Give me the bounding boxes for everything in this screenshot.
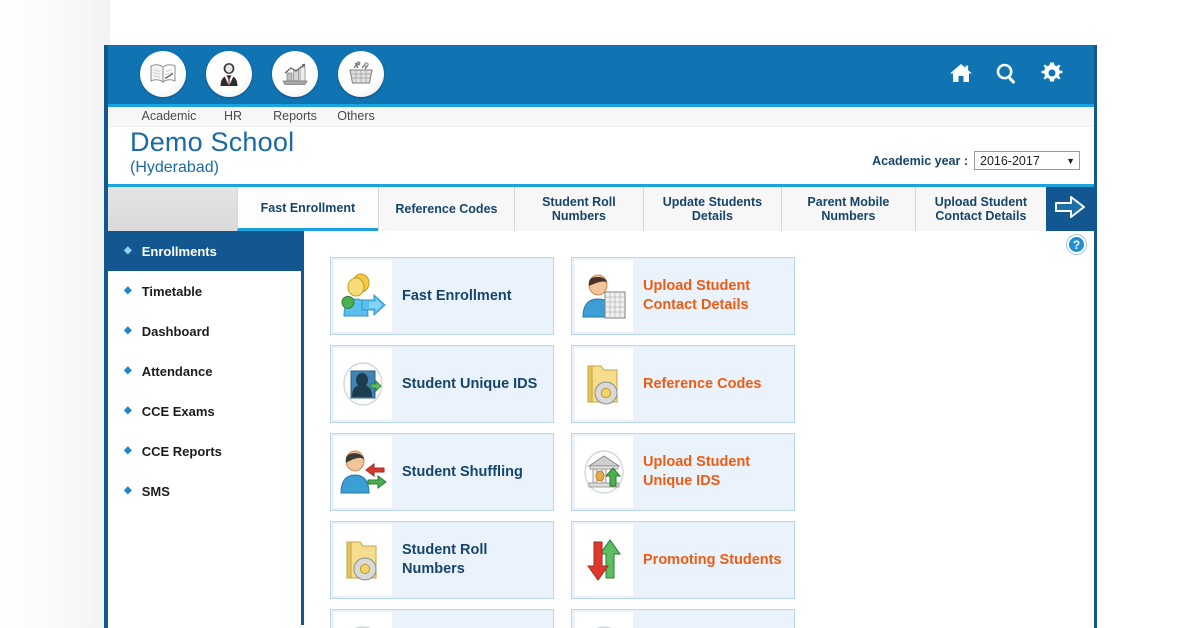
card-label: Fast Enrollment xyxy=(402,287,512,304)
tab-bar-spacer xyxy=(108,187,237,231)
card-update-students-details[interactable]: Update Students Details xyxy=(571,609,795,628)
clipboard-plus-icon xyxy=(334,612,392,628)
sidebar-item-label: Attendance xyxy=(141,363,213,379)
card-upload-student-contact-details[interactable]: Upload Student Contact Details xyxy=(571,257,795,335)
fast-enrollment-icon xyxy=(334,260,392,332)
tool-basket-icon[interactable] xyxy=(338,51,384,97)
top-navigation-bar xyxy=(108,45,1094,107)
sidebar-item-label: CCE Reports xyxy=(141,443,222,459)
sidebar-item-cce-exams[interactable]: ◆ CCE Exams xyxy=(108,391,301,431)
bullet-icon: ◆ xyxy=(124,365,132,376)
bullet-icon: ◆ xyxy=(124,245,132,256)
tab-update-students-details[interactable]: Update Students Details xyxy=(642,187,781,231)
card-label: Upload Student Unique IDS xyxy=(643,454,751,489)
sidebar-item-label: Dashboard xyxy=(141,323,210,339)
academic-year-selector: Academic year : 2016-2017 ▼ xyxy=(872,151,1080,170)
school-title-band: Demo School (Hyderabad) Academic year : … xyxy=(108,127,1094,187)
tab-next-arrow-button[interactable] xyxy=(1045,187,1094,231)
sidebar-item-label: CCE Exams xyxy=(141,403,215,419)
card-upload-student-unique-ids[interactable]: Upload Student Unique IDS xyxy=(571,433,795,511)
chevron-down-icon: ▼ xyxy=(1066,155,1075,166)
person-suit-icon[interactable] xyxy=(206,51,252,97)
sidebar-item-enrollments[interactable]: ◆ Enrollments xyxy=(108,231,301,271)
card-label: Reference Codes xyxy=(643,375,762,392)
card-student-roll-numbers[interactable]: Student Roll Numbers xyxy=(330,521,554,599)
sidebar-item-sms[interactable]: ◆ SMS xyxy=(108,471,301,511)
card-label: Student Unique IDS xyxy=(402,375,538,392)
academic-year-label: Academic year : xyxy=(872,153,968,168)
content-panel: ? Fast Enrollment Upload Student Contact… xyxy=(304,231,1094,628)
sidebar-item-label: SMS xyxy=(141,483,170,499)
module-label-row: Academic HR Reports Others xyxy=(108,107,1094,127)
bullet-icon: ◆ xyxy=(124,405,132,416)
sidebar: ◆ Enrollments ◆ Timetable ◆ Dashboard ◆ … xyxy=(108,231,304,625)
school-name: Demo School xyxy=(130,127,295,157)
card-student-shuffling[interactable]: Student Shuffling xyxy=(330,433,554,511)
bullet-icon: ◆ xyxy=(124,285,132,296)
card-promoting-students[interactable]: Promoting Students xyxy=(571,521,795,599)
up-down-arrows-icon xyxy=(575,524,633,596)
application-window: Academic HR Reports Others Demo School (… xyxy=(104,45,1097,628)
upload-contact-icon xyxy=(575,260,633,332)
card-label: Student Shuffling xyxy=(402,463,523,480)
gear-icon[interactable] xyxy=(1040,61,1064,85)
sidebar-item-dashboard[interactable]: ◆ Dashboard xyxy=(108,311,301,351)
academic-year-value: 2016-2017 xyxy=(980,153,1040,168)
folder-gear-icon xyxy=(575,348,633,420)
sidebar-item-label: Enrollments xyxy=(141,243,217,259)
book-icon[interactable] xyxy=(140,51,186,97)
help-icon[interactable]: ? xyxy=(1067,235,1086,254)
module-icon-group xyxy=(140,51,384,97)
sidebar-item-timetable[interactable]: ◆ Timetable xyxy=(108,271,301,311)
bullet-icon: ◆ xyxy=(124,445,132,456)
sidebar-item-attendance[interactable]: ◆ Attendance xyxy=(108,351,301,391)
tab-parent-mobile-numbers[interactable]: Parent Mobile Numbers xyxy=(780,187,915,231)
nav-label-others[interactable]: Others xyxy=(311,109,401,123)
bullet-icon: ◆ xyxy=(124,485,132,496)
tile-grid: Fast Enrollment Upload Student Contact D… xyxy=(330,257,1035,628)
card-label: Upload Student Contact Details xyxy=(643,278,751,313)
tab-upload-student-contact-details[interactable]: Upload Student Contact Details xyxy=(914,187,1046,231)
tab-student-roll-numbers[interactable]: Student Roll Numbers xyxy=(513,187,643,231)
tab-bar: Fast Enrollment Reference Codes Student … xyxy=(108,187,1094,231)
home-icon[interactable] xyxy=(949,62,973,84)
bar-chart-icon[interactable] xyxy=(272,51,318,97)
card-fast-enrollment[interactable]: Fast Enrollment xyxy=(330,257,554,335)
card-label: Student Roll Numbers xyxy=(402,542,488,577)
upload-bank-icon xyxy=(575,436,633,508)
school-city: (Hyderabad) xyxy=(130,159,219,176)
card-label: Promoting Students xyxy=(643,551,782,568)
page-body: ◆ Enrollments ◆ Timetable ◆ Dashboard ◆ … xyxy=(108,231,1094,628)
unique-id-icon xyxy=(334,348,392,420)
card-student-unique-ids[interactable]: Student Unique IDS xyxy=(330,345,554,423)
sidebar-item-label: Timetable xyxy=(141,283,203,299)
card-reference-codes[interactable]: Reference Codes xyxy=(571,345,795,423)
academic-year-dropdown[interactable]: 2016-2017 ▼ xyxy=(974,151,1080,170)
card-student-academic-details[interactable]: Student Academic details xyxy=(330,609,554,628)
student-shuffle-icon xyxy=(334,436,392,508)
tab-fast-enrollment[interactable]: Fast Enrollment xyxy=(236,187,378,231)
tab-reference-codes[interactable]: Reference Codes xyxy=(377,187,514,231)
bullet-icon: ◆ xyxy=(124,325,132,336)
arrow-right-icon xyxy=(1053,192,1087,227)
search-icon[interactable] xyxy=(995,62,1018,85)
building-update-icon xyxy=(575,612,633,628)
top-action-group xyxy=(949,61,1064,85)
folder-gear-icon xyxy=(334,524,392,596)
sidebar-item-cce-reports[interactable]: ◆ CCE Reports xyxy=(108,431,301,471)
